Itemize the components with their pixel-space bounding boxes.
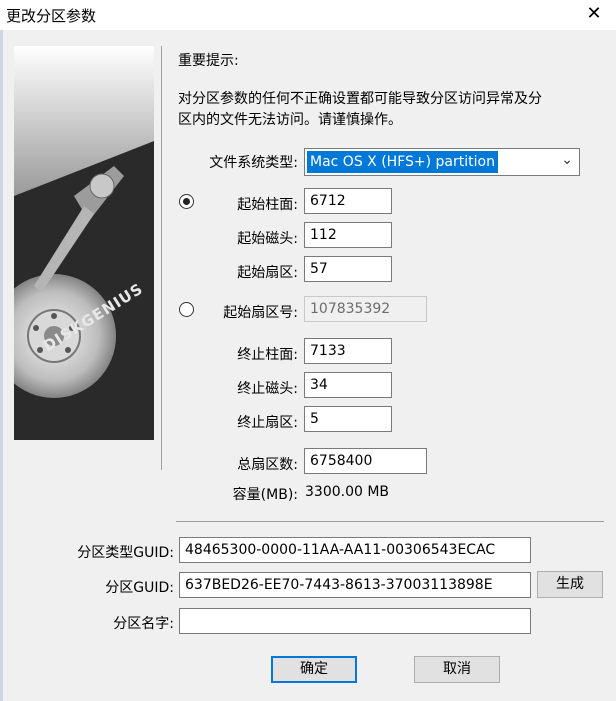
- end-sector-input[interactable]: 5: [304, 406, 392, 432]
- partition-guid-input[interactable]: 637BED26-EE70-7443-8613-37003113898E: [179, 572, 531, 598]
- start-lba-input[interactable]: 107835392: [304, 296, 427, 322]
- end-cylinder-label: 终止柱面:: [237, 347, 298, 363]
- start-head-label: 起始磁头:: [237, 231, 298, 247]
- close-icon[interactable]: ✕: [584, 4, 604, 24]
- generate-guid-button[interactable]: 生成: [537, 571, 603, 598]
- start-head-input[interactable]: 112: [304, 222, 392, 248]
- horizontal-divider: [176, 521, 604, 522]
- window-edge: [0, 30, 3, 701]
- end-cylinder-input[interactable]: 7133: [304, 338, 392, 364]
- chs-start-radio[interactable]: [179, 194, 194, 209]
- cancel-button[interactable]: 取消: [414, 656, 500, 683]
- filesystem-select[interactable]: Mac OS X (HFS+) partition ⌄: [304, 148, 580, 176]
- total-sectors-input[interactable]: 6758400: [304, 448, 427, 474]
- start-cylinder-input[interactable]: 6712: [304, 188, 392, 214]
- filesystem-selected-value: Mac OS X (HFS+) partition: [307, 151, 498, 173]
- end-head-label: 终止磁头:: [237, 381, 298, 397]
- vertical-divider: [161, 46, 162, 470]
- partition-name-input[interactable]: [179, 608, 531, 634]
- start-sector-label: 起始扇区:: [237, 265, 298, 281]
- capacity-label: 容量(MB):: [232, 487, 298, 503]
- hard-disk-illustration: [14, 46, 154, 440]
- end-sector-label: 终止扇区:: [237, 415, 298, 431]
- lba-start-radio[interactable]: [179, 302, 194, 317]
- partition-name-label: 分区名字:: [113, 616, 174, 632]
- notice-text-line2: 区内的文件无法访问。请谨慎操作。: [178, 112, 402, 128]
- type-guid-input[interactable]: 48465300-0000-11AA-AA11-00306543ECAC: [179, 537, 531, 563]
- notice-text-line1: 对分区参数的任何不正确设置都可能导致分区访问异常及分: [178, 91, 542, 107]
- start-lba-label: 起始扇区号:: [223, 305, 298, 321]
- type-guid-label: 分区类型GUID:: [77, 545, 174, 561]
- chevron-down-icon: ⌄: [561, 152, 573, 168]
- partition-guid-label: 分区GUID:: [105, 580, 174, 596]
- notice-heading: 重要提示:: [178, 53, 239, 69]
- ok-button[interactable]: 确定: [271, 656, 357, 683]
- capacity-value: 3300.00 MB: [305, 484, 390, 500]
- total-sectors-label: 总扇区数:: [237, 457, 298, 473]
- window-title: 更改分区参数: [6, 7, 97, 25]
- end-head-input[interactable]: 34: [304, 372, 392, 398]
- filesystem-label: 文件系统类型:: [209, 155, 298, 171]
- start-sector-input[interactable]: 57: [304, 256, 392, 282]
- start-cylinder-label: 起始柱面:: [237, 197, 298, 213]
